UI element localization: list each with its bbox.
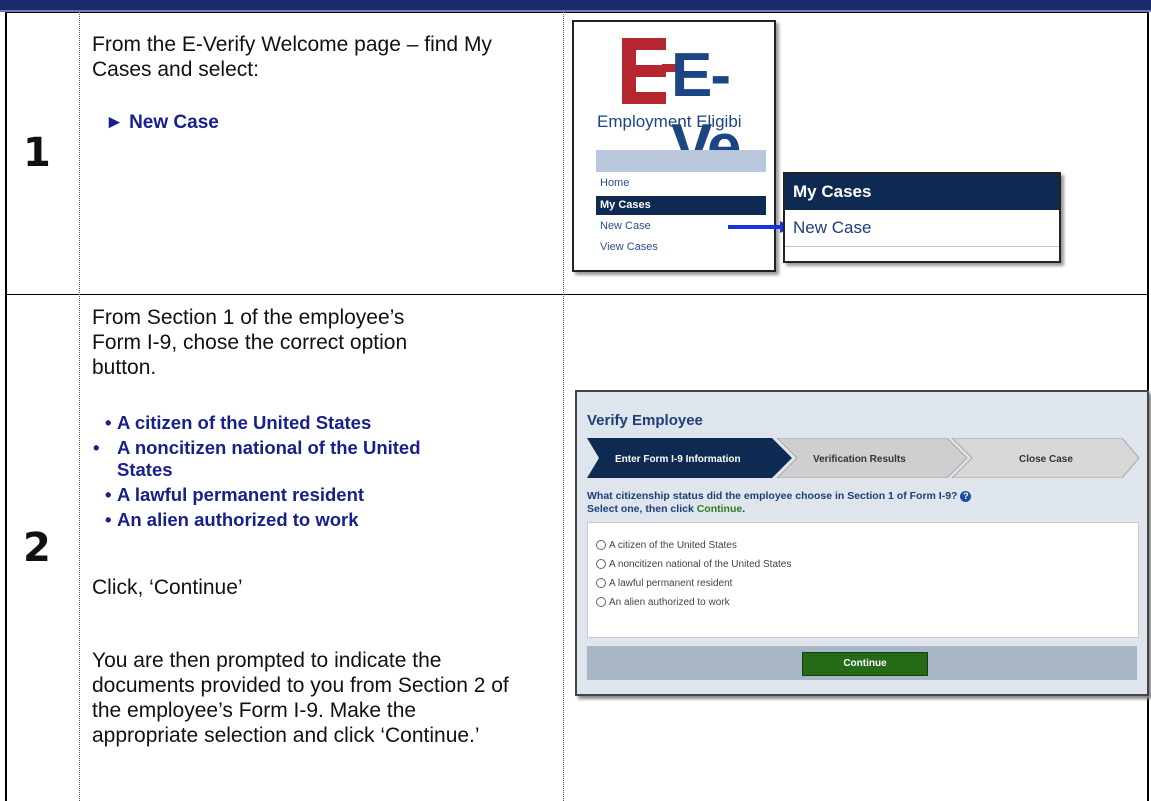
- radio-label: A noncitizen national of the United Stat…: [609, 559, 792, 570]
- radio-icon[interactable]: [596, 559, 606, 570]
- menu-header-my-cases: My Cases: [785, 174, 1059, 210]
- instruction-text: Select one, then click: [587, 503, 697, 515]
- continue-button[interactable]: Continue: [802, 652, 928, 676]
- column-divider-2: [563, 12, 564, 801]
- radio-label: A citizen of the United States: [609, 540, 737, 551]
- nav-item-view-cases[interactable]: View Cases: [596, 238, 766, 257]
- list-item: • A citizen of the United States: [105, 412, 372, 433]
- instruction-period: .: [742, 503, 746, 515]
- column-divider-1: [79, 12, 80, 801]
- radio-citizen[interactable]: A citizen of the United States: [596, 539, 737, 552]
- my-cases-menu-zoom: My Cases New Case: [783, 172, 1061, 263]
- step2-option-list: • A citizen of the United States • A nonci…: [93, 412, 435, 534]
- step-tab-label: Enter Form I-9 Information: [615, 454, 741, 465]
- step-tab-label: Close Case: [1019, 454, 1073, 465]
- radio-label: An alien authorized to work: [609, 597, 730, 608]
- nav-header: [596, 150, 766, 172]
- table-top-border: [7, 12, 1147, 13]
- step-tab-label: Verification Results: [813, 454, 906, 465]
- page-title: Verify Employee: [587, 412, 703, 429]
- citizenship-question: What citizenship status did the employee…: [587, 490, 972, 516]
- everify-welcome-screenshot: E-Ve Employment Eligibi Home My Cases Ne…: [572, 20, 776, 272]
- list-item: • A noncitizen national of the United Sta…: [93, 437, 421, 480]
- step2-followup: You are then prompted to indicate the do…: [92, 649, 509, 747]
- help-icon[interactable]: ?: [960, 490, 972, 502]
- row-divider: [7, 294, 1147, 295]
- step-number-1: 1: [23, 130, 51, 176]
- verify-employee-screenshot: Verify Employee Enter Form I-9 Informati…: [575, 390, 1149, 696]
- radio-alien-authorized[interactable]: An alien authorized to work: [596, 596, 730, 609]
- radio-permanent-resident[interactable]: A lawful permanent resident: [596, 577, 732, 590]
- radio-icon[interactable]: [596, 540, 606, 551]
- step1-intro: From the E-Verify Welcome page – find My…: [92, 33, 492, 81]
- menu-item-new-case[interactable]: New Case: [785, 210, 1059, 247]
- nav-item-home[interactable]: Home: [596, 174, 766, 193]
- everify-logo-icon: [622, 38, 666, 104]
- progress-steps: Enter Form I-9 Information Verification …: [587, 438, 1139, 478]
- header-bar: [0, 0, 1151, 12]
- list-item: • An alien authorized to work: [105, 509, 359, 530]
- radio-noncitizen-national[interactable]: A noncitizen national of the United Stat…: [596, 558, 791, 571]
- citizenship-options: A citizen of the United States A nonciti…: [587, 522, 1139, 638]
- list-item: • A lawful permanent resident: [105, 484, 365, 505]
- nav-item-my-cases[interactable]: My Cases: [596, 196, 766, 215]
- radio-icon[interactable]: [596, 578, 606, 589]
- radio-label: A lawful permanent resident: [609, 578, 733, 589]
- question-text: What citizenship status did the employee…: [587, 490, 958, 502]
- step1-action-new-case: ► New Case: [105, 112, 219, 133]
- logo-subtitle: Employment Eligibi: [597, 112, 742, 131]
- step2-continue-text: Click, ‘Continue’: [92, 576, 243, 599]
- instruction-continue-link: Continue: [696, 503, 743, 515]
- button-bar: Continue: [587, 646, 1137, 680]
- step-number-2: 2: [23, 525, 51, 571]
- step2-intro: From Section 1 of the employee’s Form I-…: [92, 306, 408, 379]
- radio-icon[interactable]: [596, 597, 606, 608]
